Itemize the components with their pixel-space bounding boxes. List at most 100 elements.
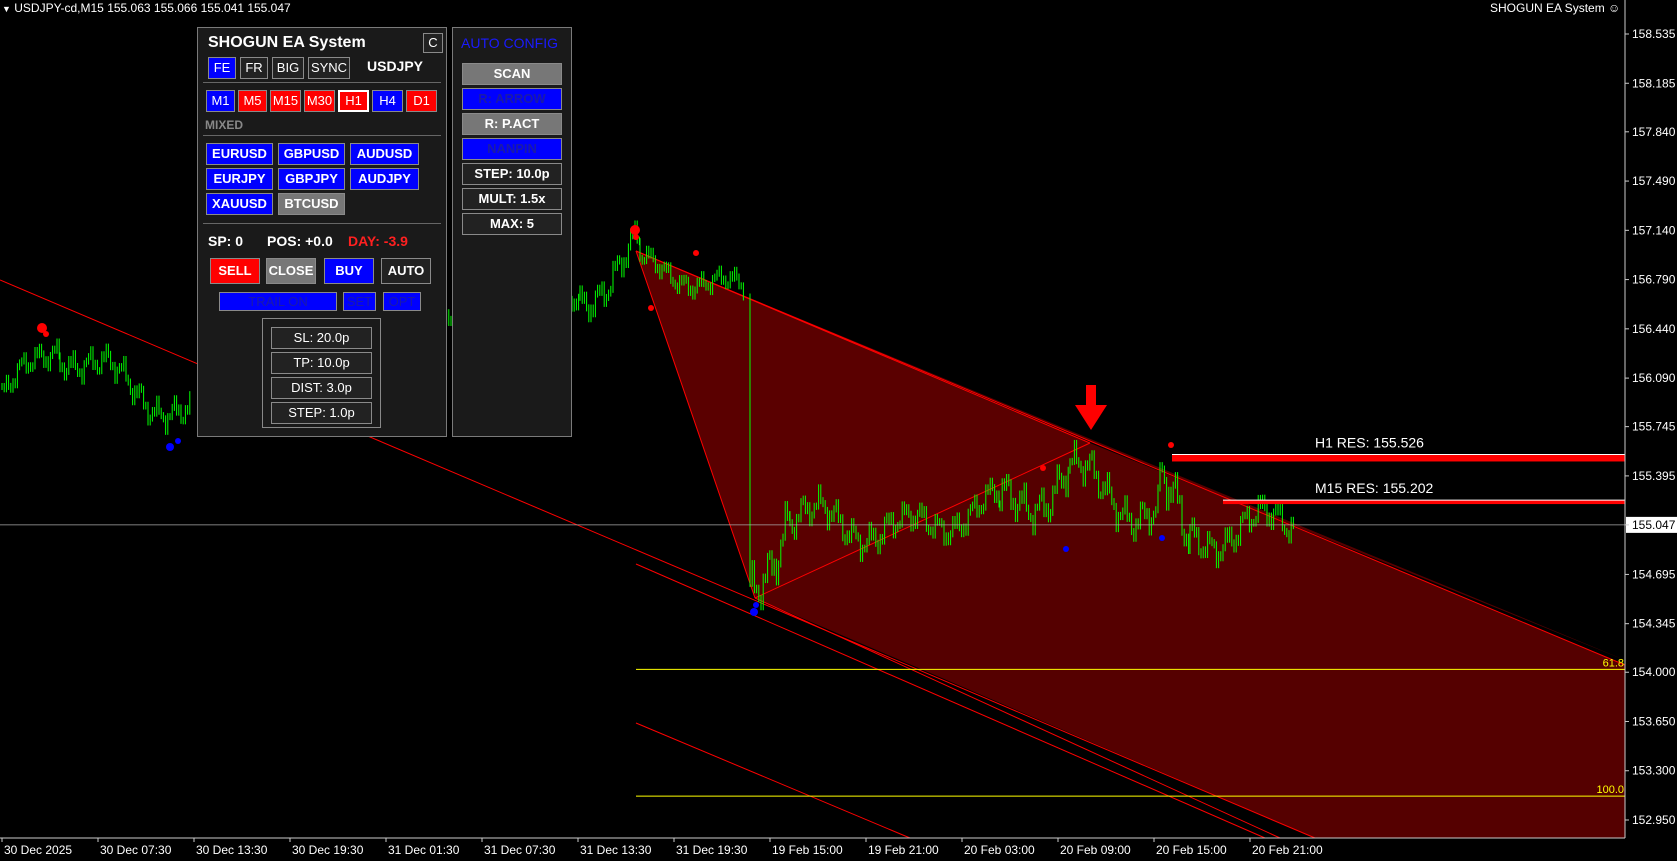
auto-button[interactable]: AUTO — [381, 258, 431, 284]
price-tick-label: 153.650 — [1632, 714, 1676, 728]
tf-h4-button[interactable]: H4 — [372, 90, 403, 112]
sell-button[interactable]: SELL — [210, 258, 260, 284]
signal-dot — [648, 305, 654, 311]
resistance-line — [1172, 454, 1625, 462]
signal-dot — [1040, 465, 1046, 471]
time-axis: 30 Dec 2025 30 Dec 07:30 30 Dec 13:30 30 De… — [0, 837, 1625, 857]
pair-audjpy-button[interactable]: AUDJPY — [350, 168, 419, 190]
time-tick-label: 31 Dec 01:30 — [388, 843, 460, 857]
price-tick-label: 158.535 — [1632, 27, 1676, 41]
mode-sync-button[interactable]: SYNC — [308, 57, 350, 79]
price-tick-label: 154.695 — [1632, 567, 1676, 581]
price-tick-label: 155.745 — [1632, 420, 1676, 434]
current-symbol: USDJPY — [367, 58, 424, 74]
trail-toggle-button[interactable]: TRAIL ON — [219, 292, 337, 311]
tf-d1-button[interactable]: D1 — [406, 90, 437, 112]
tp-setting[interactable]: TP: 10.0p — [271, 352, 372, 374]
signal-dot — [753, 602, 759, 608]
signal-dot — [750, 608, 758, 616]
price-tick-label: 156.090 — [1632, 371, 1676, 385]
buy-button[interactable]: BUY — [324, 258, 374, 284]
settings-box: SL: 20.0p TP: 10.0p DIST: 3.0p STEP: 1.0… — [262, 318, 381, 428]
time-tick-label: 20 Feb 15:00 — [1156, 843, 1227, 857]
step-setting[interactable]: STEP: 1.0p — [271, 402, 372, 424]
tf-m1-button[interactable]: M1 — [206, 90, 235, 112]
shogun-main-panel: SHOGUN EA System C FE FR BIG SYNC USDJPY… — [197, 27, 447, 437]
signal-dot — [1159, 535, 1165, 541]
set-button[interactable]: SET — [343, 292, 376, 311]
mode-big-button[interactable]: BIG — [272, 57, 304, 79]
price-tick-label: 155.395 — [1632, 469, 1676, 483]
price-tick-label: 156.790 — [1632, 273, 1676, 287]
day-pnl-label: DAY: -3.9 — [348, 233, 408, 249]
close-button[interactable]: CLOSE — [266, 258, 316, 284]
time-tick-label: 19 Feb 15:00 — [772, 843, 843, 857]
collapse-button[interactable]: C — [423, 33, 443, 53]
signal-dot — [43, 331, 49, 337]
signal-dot — [1063, 546, 1069, 552]
nanpin-button[interactable]: NANPIN — [462, 138, 562, 160]
time-tick-label: 31 Dec 07:30 — [484, 843, 556, 857]
price-tick-label: 154.000 — [1632, 665, 1676, 679]
symbol-info-bar: ▼ USDJPY-cd,M15 155.063 155.066 155.041 … — [2, 1, 291, 15]
config-step-setting[interactable]: STEP: 10.0p — [462, 163, 562, 185]
resistance-label: M15 RES: 155.202 — [1315, 480, 1434, 496]
fib-level-label: 61.8 — [1603, 657, 1624, 669]
dist-setting[interactable]: DIST: 3.0p — [271, 377, 372, 399]
r-pact-button[interactable]: R: P.ACT — [462, 113, 562, 135]
resistance-line — [1223, 500, 1625, 505]
price-tick-label: 156.440 — [1632, 322, 1676, 336]
dropdown-triangle-icon[interactable]: ▼ — [2, 4, 11, 14]
opt-button[interactable]: OPT — [383, 292, 421, 311]
sl-setting[interactable]: SL: 20.0p — [271, 327, 372, 349]
signal-dot — [630, 225, 640, 235]
divider — [203, 223, 441, 224]
ea-status-label: SHOGUN EA System ☺ — [1490, 1, 1621, 15]
mult-setting[interactable]: MULT: 1.5x — [462, 188, 562, 210]
price-tick-label: 158.185 — [1632, 76, 1676, 90]
position-label: POS: +0.0 — [267, 233, 333, 249]
symbol-quote-text: USDJPY-cd,M15 155.063 155.066 155.041 15… — [14, 1, 291, 15]
signal-dot — [693, 250, 699, 256]
channel-line — [635, 722, 911, 839]
price-tick-label: 152.950 — [1632, 813, 1676, 827]
pair-eurjpy-button[interactable]: EURJPY — [206, 168, 273, 190]
time-tick-label: 31 Dec 19:30 — [676, 843, 748, 857]
tf-m5-button[interactable]: M5 — [238, 90, 267, 112]
signal-dot — [166, 443, 174, 451]
price-tick-label: 157.840 — [1632, 125, 1676, 139]
panel-title: SHOGUN EA System — [208, 34, 366, 51]
mixed-label: MIXED — [205, 118, 244, 132]
price-tick-label: 153.300 — [1632, 764, 1676, 778]
pair-gbpjpy-button[interactable]: GBPJPY — [278, 168, 345, 190]
sell-arrow-icon — [1075, 385, 1107, 430]
tf-m30-button[interactable]: M30 — [304, 90, 335, 112]
pair-gbpusd-button[interactable]: GBPUSD — [278, 143, 345, 165]
price-tick-label: 155.047 — [1632, 518, 1676, 532]
divider — [203, 82, 441, 83]
mode-fe-button[interactable]: FE — [208, 57, 236, 79]
time-tick-label: 20 Feb 03:00 — [964, 843, 1035, 857]
price-tick-label: 157.490 — [1632, 174, 1676, 188]
tf-h1-button[interactable]: H1 — [338, 90, 369, 112]
mode-fr-button[interactable]: FR — [240, 57, 268, 79]
price-tick-label: 157.140 — [1632, 223, 1676, 237]
time-tick-label: 30 Dec 07:30 — [100, 843, 172, 857]
pair-xauusd-button[interactable]: XAUUSD — [206, 193, 273, 215]
pair-audusd-button[interactable]: AUDUSD — [350, 143, 419, 165]
auto-config-panel: AUTO CONFIG SCAN R: ARROW R: P.ACT NANPI… — [452, 27, 572, 437]
time-tick-label: 30 Dec 13:30 — [196, 843, 268, 857]
price-tick-label: 154.345 — [1632, 617, 1676, 631]
time-tick-label: 31 Dec 13:30 — [580, 843, 652, 857]
time-tick-label: 20 Feb 21:00 — [1252, 843, 1323, 857]
pair-btcusd-button[interactable]: BTCUSD — [278, 193, 345, 215]
r-arrow-button[interactable]: R: ARROW — [462, 88, 562, 110]
scan-button[interactable]: SCAN — [462, 63, 562, 85]
tf-m15-button[interactable]: M15 — [270, 90, 301, 112]
spread-label: SP: 0 — [208, 233, 244, 249]
pair-eurusd-button[interactable]: EURUSD — [206, 143, 273, 165]
time-tick-label: 30 Dec 2025 — [4, 843, 72, 857]
signal-dot — [1168, 442, 1174, 448]
max-setting[interactable]: MAX: 5 — [462, 213, 562, 235]
fib-level-label: 100.0 — [1596, 784, 1624, 796]
